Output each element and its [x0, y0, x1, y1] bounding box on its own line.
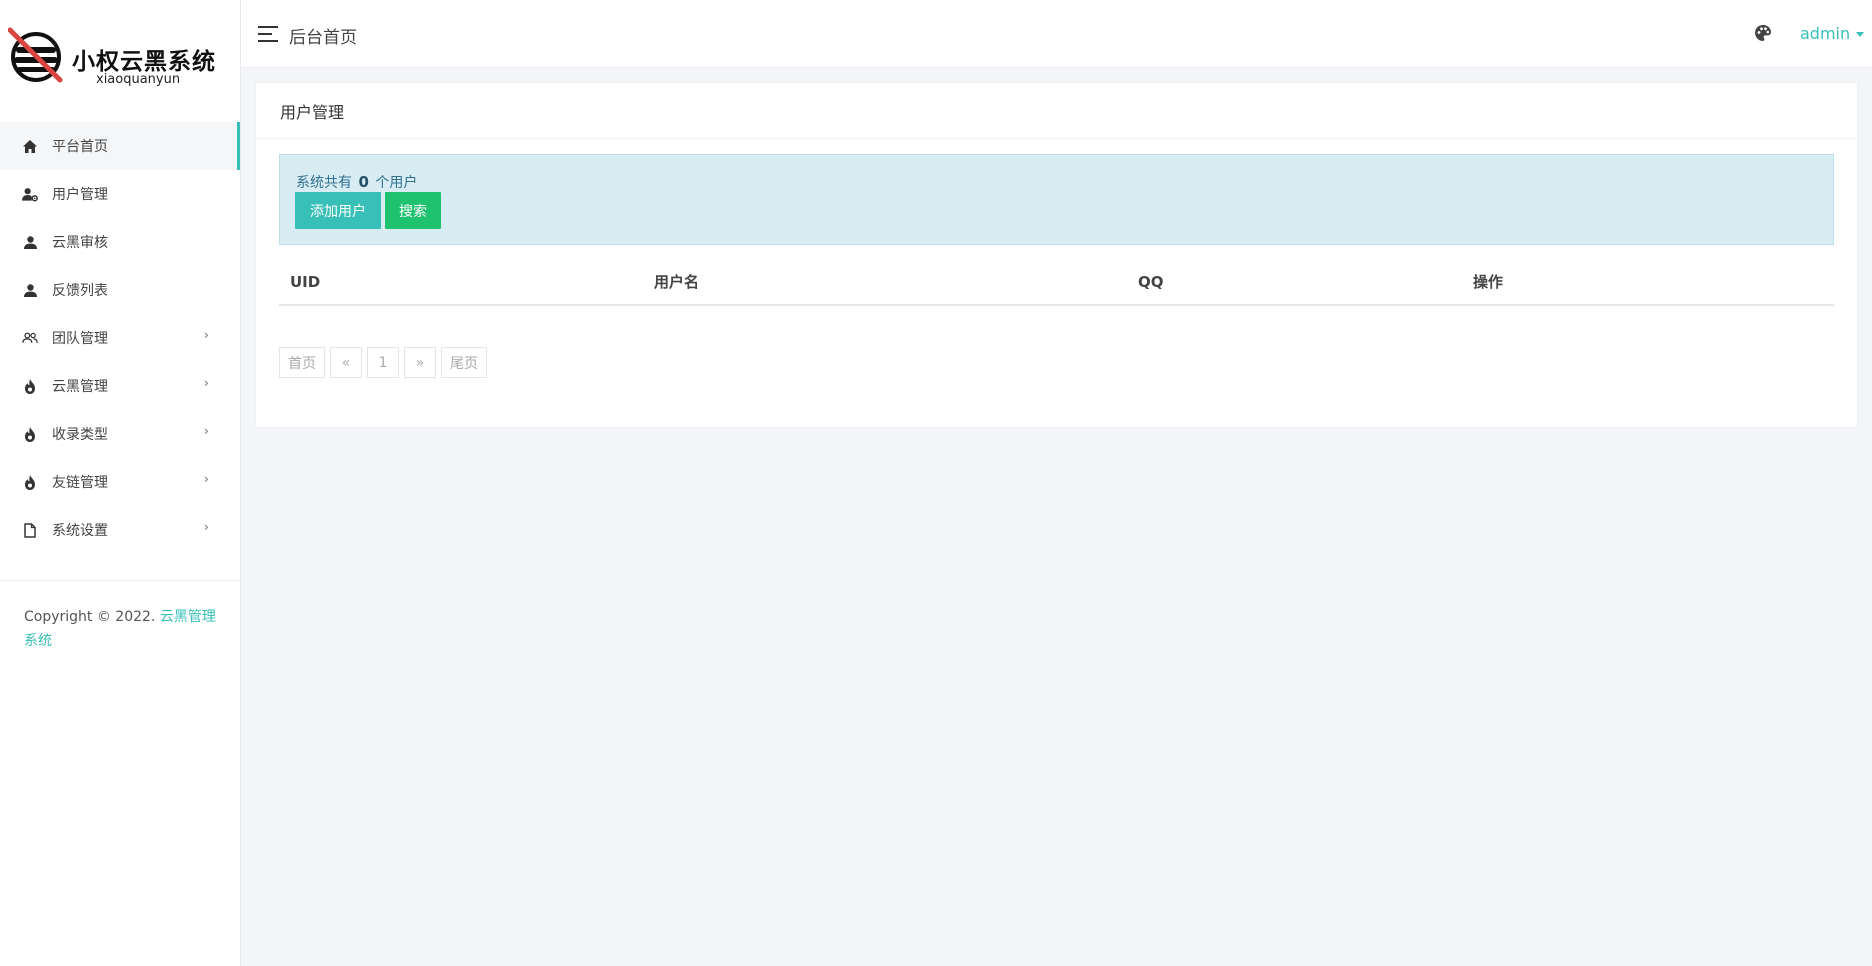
user-count-alert: 系统共有 0 个用户 添加用户 搜索 — [279, 154, 1834, 245]
user-management-card: 用户管理 系统共有 0 个用户 添加用户 搜索 UID 用户名 QQ 操作 首页… — [255, 82, 1858, 428]
fire-icon — [22, 426, 38, 442]
user-icon — [22, 234, 38, 250]
sidebar-item-label: 系统设置 — [52, 523, 108, 539]
sidebar-item-blacklist-review[interactable]: 云黑审核 — [0, 218, 240, 266]
chevron-right-icon: › — [204, 328, 209, 342]
copyright: Copyright © 2022. 云黑管理系统 — [24, 605, 220, 653]
sidebar-item-label: 团队管理 — [52, 331, 108, 347]
pagination-last[interactable]: 尾页 — [441, 347, 487, 378]
column-header-username[interactable]: 用户名 — [643, 259, 1127, 306]
alert-suffix: 个用户 — [375, 175, 418, 191]
add-user-button[interactable]: 添加用户 — [295, 192, 381, 229]
chevron-right-icon: › — [204, 520, 209, 534]
column-header-qq[interactable]: QQ — [1127, 259, 1462, 306]
sidebar-item-label: 云黑管理 — [52, 379, 108, 395]
alert-text: 系统共有 0 个用户 — [296, 172, 417, 192]
user-menu[interactable]: admin — [1800, 24, 1865, 43]
pagination-prev[interactable]: « — [330, 347, 362, 378]
sidebar-item-blacklist-management[interactable]: 云黑管理 › — [0, 362, 240, 410]
users-table: UID 用户名 QQ 操作 — [279, 259, 1834, 306]
sidebar-item-dashboard[interactable]: 平台首页 — [0, 122, 240, 170]
sidebar-item-label: 用户管理 — [52, 187, 108, 203]
sidebar-item-label: 友链管理 — [52, 475, 108, 491]
fire-icon — [22, 378, 38, 394]
card-title: 用户管理 — [256, 83, 1857, 139]
sidebar-item-label: 云黑审核 — [52, 235, 108, 251]
brand-logo[interactable]: 小权云黑系统 xiaoquanyun — [0, 0, 240, 122]
sidebar-item-record-types[interactable]: 收录类型 › — [0, 410, 240, 458]
sidebar-item-label: 平台首页 — [52, 139, 108, 155]
sidebar-item-system-settings[interactable]: 系统设置 › — [0, 506, 240, 554]
brand-title: 小权云黑系统 — [72, 49, 216, 75]
sidebar-nav: 平台首页 用户管理 云黑审核 反馈列表 团队管理 › 云黑管理 › 收录类型 ›… — [0, 122, 240, 554]
column-header-uid[interactable]: UID — [279, 259, 643, 306]
pagination: 首页 « 1 » 尾页 — [279, 347, 492, 378]
pagination-next[interactable]: » — [404, 347, 436, 378]
users-icon — [22, 330, 38, 346]
user-gear-icon — [22, 186, 38, 202]
alert-prefix: 系统共有 — [296, 175, 352, 191]
page-title: 后台首页 — [289, 28, 357, 48]
column-header-actions[interactable]: 操作 — [1462, 259, 1834, 306]
fire-icon — [22, 474, 38, 490]
logo-mark-icon — [8, 27, 63, 83]
palette-icon[interactable] — [1754, 24, 1772, 42]
search-button[interactable]: 搜索 — [385, 192, 441, 229]
brand-subtitle: xiaoquanyun — [96, 72, 181, 87]
user-count: 0 — [358, 173, 369, 191]
chevron-right-icon: › — [204, 376, 209, 390]
pagination-page-1[interactable]: 1 — [367, 347, 399, 378]
user-icon — [22, 282, 38, 298]
sidebar-item-label: 反馈列表 — [52, 283, 108, 299]
chevron-right-icon: › — [204, 472, 209, 486]
pagination-first[interactable]: 首页 — [279, 347, 325, 378]
sidebar: 小权云黑系统 xiaoquanyun 平台首页 用户管理 云黑审核 反馈列表 团… — [0, 0, 241, 966]
sidebar-item-user-management[interactable]: 用户管理 — [0, 170, 240, 218]
table-header-row: UID 用户名 QQ 操作 — [279, 259, 1834, 306]
copyright-text: Copyright © 2022. — [24, 609, 160, 625]
sidebar-item-feedback-list[interactable]: 反馈列表 — [0, 266, 240, 314]
caret-down-icon — [1856, 32, 1865, 37]
sidebar-item-friend-links[interactable]: 友链管理 › — [0, 458, 240, 506]
sidebar-item-team-management[interactable]: 团队管理 › — [0, 314, 240, 362]
sidebar-divider — [0, 580, 240, 581]
chevron-right-icon: › — [204, 424, 209, 438]
sidebar-item-label: 收录类型 — [52, 427, 108, 443]
topbar: 后台首页 admin — [241, 0, 1872, 68]
username: admin — [1800, 24, 1851, 43]
home-icon — [22, 138, 38, 154]
file-icon — [22, 522, 38, 538]
hamburger-menu-icon[interactable] — [258, 24, 280, 42]
